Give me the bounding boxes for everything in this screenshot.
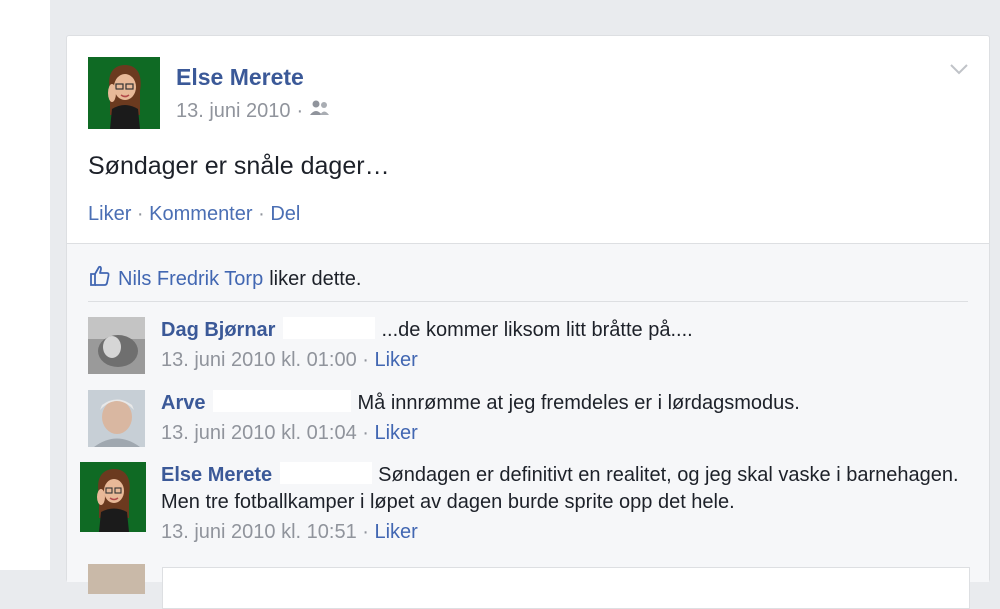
like-link[interactable]: Liker <box>88 203 131 225</box>
likes-summary: Nils Fredrik Torp liker dette. <box>88 264 361 294</box>
share-link[interactable]: Del <box>270 203 300 225</box>
redacted-surname <box>213 390 352 412</box>
comment-text: Må innrømme at jeg fremdeles er i lørdag… <box>357 392 800 414</box>
post-author[interactable]: Else Merete <box>176 64 304 91</box>
comment-link[interactable]: Kommenter <box>149 203 252 225</box>
commenter-name[interactable]: Else Merete <box>161 464 272 486</box>
chevron-down-icon[interactable] <box>949 62 969 80</box>
redacted-surname <box>283 317 376 339</box>
meta-separator: · <box>356 521 375 543</box>
commenter-avatar[interactable] <box>88 390 145 447</box>
comment-like-link[interactable]: Liker <box>374 521 417 543</box>
comment-time[interactable]: 13. juni 2010 kl. 01:00 <box>161 349 357 371</box>
likes-suffix: liker dette. <box>269 267 362 290</box>
liker-name[interactable]: Nils Fredrik Torp <box>118 268 263 291</box>
post-meta: 13. juni 2010 · <box>176 99 331 123</box>
comment-like-link[interactable]: Liker <box>374 422 417 444</box>
commenter-name[interactable]: Dag Bjørnar <box>161 319 275 341</box>
comment-time[interactable]: 13. juni 2010 kl. 10:51 <box>161 521 357 543</box>
action-separator: · <box>136 203 144 225</box>
feedback-section: Nils Fredrik Torp liker dette. Dag Bjørn… <box>67 243 989 609</box>
meta-separator: · <box>296 99 304 122</box>
comment-time[interactable]: 13. juni 2010 kl. 01:04 <box>161 422 357 444</box>
meta-separator: · <box>356 422 375 444</box>
comment-like-link[interactable]: Liker <box>374 349 417 371</box>
left-margin <box>0 0 50 570</box>
comment-meta: 13. juni 2010 kl. 10:51 · Liker <box>161 519 961 546</box>
meta-separator: · <box>356 349 375 371</box>
post-date[interactable]: 13. juni 2010 <box>176 100 291 123</box>
commenter-avatar[interactable] <box>80 462 146 532</box>
friends-icon[interactable] <box>309 99 331 123</box>
commenter-name[interactable]: Arve <box>161 392 205 414</box>
post-card: Else Merete 13. juni 2010 · Søndager er … <box>66 35 990 609</box>
divider <box>88 301 968 302</box>
post-actions: Liker · Kommenter · Del <box>88 203 300 226</box>
current-user-avatar <box>88 564 145 594</box>
author-avatar[interactable] <box>88 57 160 129</box>
commenter-avatar[interactable] <box>88 317 145 374</box>
comment-input[interactable] <box>162 567 970 609</box>
comment-meta: 13. juni 2010 kl. 01:00 · Liker <box>161 347 961 374</box>
thumbs-up-icon <box>88 264 112 294</box>
comment-meta: 13. juni 2010 kl. 01:04 · Liker <box>161 420 961 447</box>
post-text: Søndager er snåle dager… <box>88 152 390 180</box>
redacted-surname <box>280 462 373 484</box>
comment-text: ...de kommer liksom litt bråtte på.... <box>381 319 693 341</box>
action-separator: · <box>258 203 265 225</box>
